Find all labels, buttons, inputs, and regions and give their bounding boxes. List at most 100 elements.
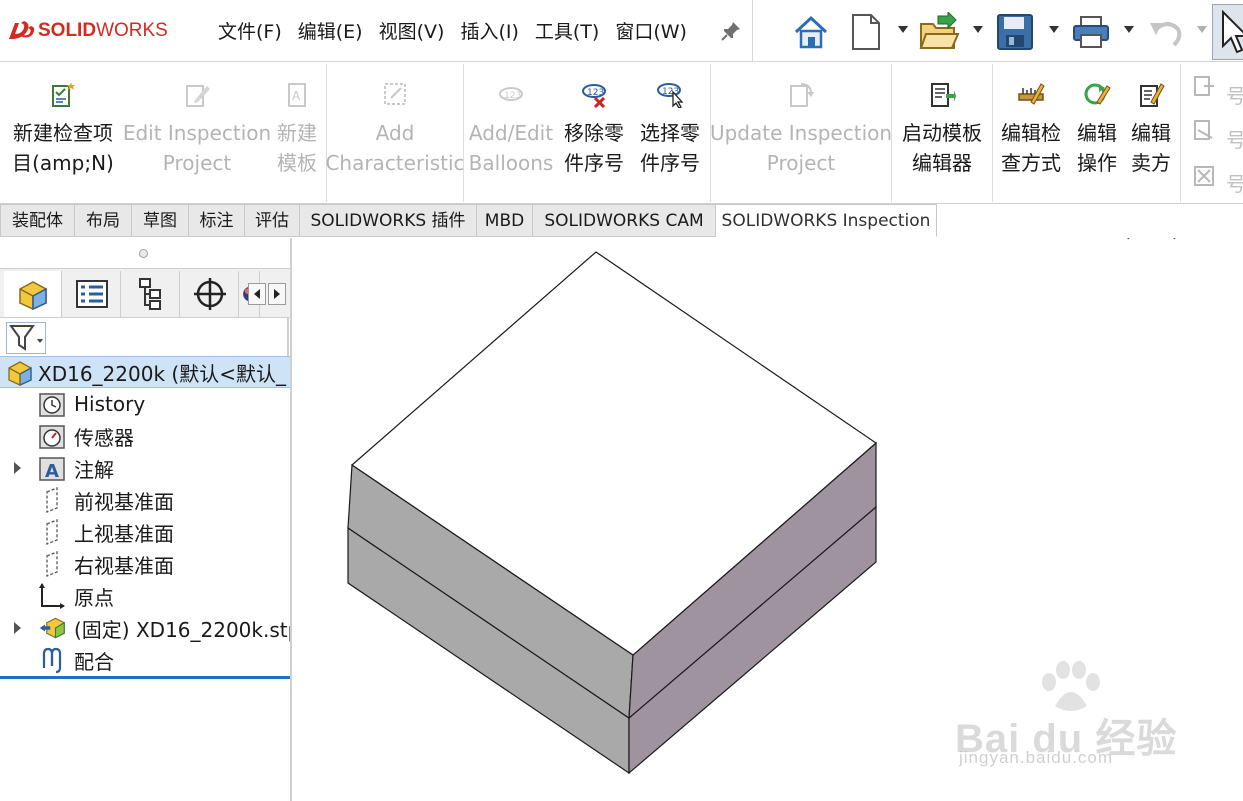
tree-item-fixed-part[interactable]: (固定) XD16_2200k.stp: [0, 612, 290, 644]
save-button[interactable]: [996, 10, 1034, 54]
menu-file[interactable]: 文件(F): [210, 18, 290, 46]
tab-feature-manager[interactable]: [4, 271, 62, 317]
tab-layout[interactable]: 布局: [75, 204, 132, 237]
tree-root-assembly[interactable]: XD16_2200k (默认<默认_: [0, 356, 290, 388]
tab-property-manager[interactable]: [63, 271, 121, 317]
new-inspection-project-icon: [52, 82, 75, 107]
tab-sketch[interactable]: 草图: [132, 204, 189, 237]
solidworks-window: SOLIDWORKS 文件(F) 编辑(E) 视图(V) 插入(I) 工具(T)…: [0, 0, 1243, 801]
menu-tools[interactable]: 工具(T): [527, 18, 607, 46]
ribbon-separator: [1180, 64, 1181, 202]
template-editor-button[interactable]: 启动模板 编辑器: [892, 62, 992, 204]
filter-button[interactable]: [6, 322, 46, 354]
main-menu: 文件(F) 编辑(E) 视图(V) 插入(I) 工具(T) 窗口(W): [210, 18, 695, 46]
select-balloon-button[interactable]: 123 选择零 件序号: [630, 62, 710, 204]
tab-dimxpert-manager[interactable]: [181, 271, 239, 317]
new-inspection-project-label: 新建检查项 目(amp;N): [12, 121, 114, 175]
tab-mbd[interactable]: MBD: [477, 204, 533, 237]
edit-inspection-project-label: Edit Inspection Project: [122, 121, 272, 175]
menu-view[interactable]: 视图(V): [371, 18, 453, 46]
tab-assembly[interactable]: 装配体: [0, 204, 75, 237]
home-button[interactable]: [792, 10, 830, 54]
pin-icon[interactable]: [720, 20, 742, 42]
tree-item-origin[interactable]: 原点: [0, 580, 290, 612]
tree-item-top-plane[interactable]: 上视基准面: [0, 516, 290, 548]
edit-operation-icon: [1084, 83, 1111, 105]
menu-separator: [752, 0, 753, 62]
edit-inspection-method-icon: [1018, 83, 1045, 105]
overflow-command-icon[interactable]: [1192, 164, 1216, 188]
new-inspection-project-button[interactable]: 新建检查项 目(amp;N): [0, 62, 126, 204]
new-template-label: 新建 模板: [277, 121, 317, 175]
add-characteristic-button[interactable]: Add Characteristic: [325, 62, 465, 204]
print-dropdown-arrow-icon[interactable]: [1124, 26, 1134, 34]
menu-insert[interactable]: 插入(I): [452, 18, 526, 46]
edit-inspection-method-button[interactable]: 编辑检 查方式: [993, 62, 1069, 204]
tab-cam[interactable]: SOLIDWORKS CAM: [533, 204, 716, 237]
update-inspection-project-button[interactable]: Update Inspection Project: [710, 62, 892, 204]
tree-item-mates[interactable]: 配合: [0, 644, 290, 676]
tab-configuration-manager[interactable]: [122, 271, 180, 317]
menu-window[interactable]: 窗口(W): [607, 18, 695, 46]
tab-inspection[interactable]: SOLIDWORKS Inspection: [716, 204, 937, 237]
assembly-icon: [8, 361, 32, 386]
remove-balloon-button[interactable]: 123 移除零 件序号: [558, 62, 630, 204]
open-dropdown-arrow-icon[interactable]: [973, 26, 983, 34]
tab-evaluate[interactable]: 评估: [245, 204, 300, 237]
edit-inspection-project-button[interactable]: Edit Inspection Project: [122, 62, 272, 204]
edit-vendor-button[interactable]: 编辑 卖方: [1125, 62, 1177, 204]
tree-item-right-plane[interactable]: 右视基准面: [0, 548, 290, 580]
open-button[interactable]: [918, 10, 960, 54]
tree-item-label: History: [74, 392, 146, 416]
property-manager-icon: [75, 280, 108, 308]
tabs-scroll-left[interactable]: [248, 283, 266, 305]
add-edit-balloons-button[interactable]: 123 Add/Edit Balloons: [464, 62, 558, 204]
undo-icon: [1150, 22, 1182, 47]
sensor-icon: [39, 425, 65, 449]
tab-addins[interactable]: SOLIDWORKS 插件: [300, 204, 477, 237]
print-button[interactable]: [1072, 10, 1110, 54]
undo-dropdown-arrow-icon[interactable]: [1197, 26, 1207, 34]
tree-item-history[interactable]: History: [0, 388, 290, 420]
brand-name: SOLIDWORKS: [38, 20, 168, 41]
expand-arrow-icon[interactable]: [13, 462, 23, 474]
new-dropdown-arrow-icon[interactable]: [898, 26, 908, 34]
svg-text:A: A: [292, 89, 301, 103]
tree-item-front-plane[interactable]: 前视基准面: [0, 484, 290, 516]
home-icon: [794, 15, 828, 49]
command-tabs: 装配体 布局 草图 标注 评估 SOLIDWORKS 插件 MBD SOLIDW…: [0, 204, 1243, 238]
overflow-command-icon[interactable]: [1192, 74, 1216, 98]
svg-text:123: 123: [504, 91, 521, 101]
tree-item-label: (固定) XD16_2200k.stp: [74, 617, 290, 642]
new-template-button[interactable]: A 新建 模板: [268, 62, 326, 204]
remove-balloon-icon: 123: [582, 84, 606, 108]
graphics-area[interactable]: [292, 238, 1243, 801]
tree-item-label: 传感器: [74, 425, 134, 450]
overflow-command-icon[interactable]: [1192, 118, 1216, 142]
edit-operation-button[interactable]: 编辑 操作: [1069, 62, 1125, 204]
tree-item-sensors[interactable]: 传感器: [0, 420, 290, 452]
menu-edit[interactable]: 编辑(E): [290, 18, 371, 46]
edit-inspection-project-icon: [186, 85, 210, 107]
print-icon: [1073, 16, 1109, 48]
tree-item-label: 原点: [74, 585, 114, 610]
svg-text:123: 123: [587, 88, 604, 98]
tab-markup[interactable]: 标注: [189, 204, 245, 237]
new-template-icon: A: [288, 83, 306, 107]
tabs-scroll-right[interactable]: [268, 283, 286, 305]
new-document-button[interactable]: [850, 10, 882, 54]
rollback-bar[interactable]: [0, 676, 290, 679]
select-button[interactable]: [1212, 4, 1243, 60]
menu-bar: SOLIDWORKS 文件(F) 编辑(E) 视图(V) 插入(I) 工具(T)…: [0, 0, 1243, 62]
save-dropdown-arrow-icon[interactable]: [1049, 26, 1059, 34]
pane-splitter-handle[interactable]: [139, 249, 148, 258]
select-pointer-icon: [1222, 9, 1243, 54]
expand-arrow-icon[interactable]: [13, 622, 23, 634]
model-view[interactable]: [292, 238, 1243, 801]
feature-manager-icon: [18, 281, 47, 311]
undo-button[interactable]: [1148, 10, 1184, 54]
dimxpert-icon: [193, 278, 226, 310]
configuration-manager-icon: [138, 278, 161, 310]
solidworks-logo[interactable]: SOLIDWORKS: [6, 16, 168, 46]
tree-item-annotations[interactable]: A 注解: [0, 452, 290, 484]
